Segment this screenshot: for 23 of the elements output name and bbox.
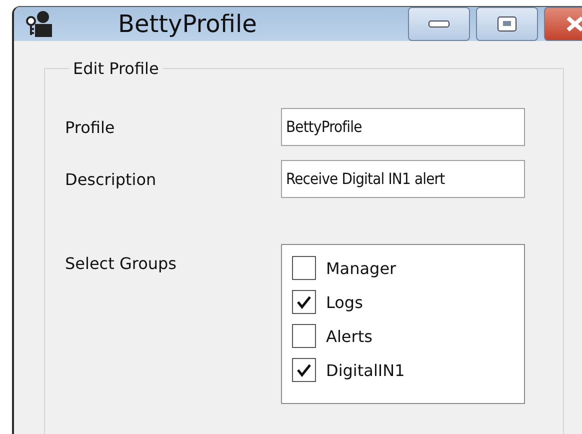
close-icon [565,15,582,33]
minimize-button[interactable] [408,7,470,41]
input-field[interactable]: Receive Digital IN1 alert [281,160,525,198]
field-label: Select Groups [65,254,178,273]
maximize-button[interactable] [476,7,538,41]
checkbox[interactable] [292,290,316,314]
field-label: Profile [65,118,116,136]
window-title: BettyProfile [118,10,258,38]
checkbox[interactable] [292,256,316,280]
checkbox-label: Logs [326,292,363,312]
field-label: Description [65,170,158,188]
minimize-icon [428,20,450,28]
checkbox[interactable] [292,358,316,382]
checkmark-icon [296,295,312,309]
checkbox-label: Alerts [326,326,372,346]
maximize-icon [497,16,517,32]
checkbox-label: Manager [326,258,396,278]
checkbox[interactable] [292,324,316,348]
checkmark-icon [296,363,312,377]
input-field[interactable]: BettyProfile [281,108,525,146]
user-key-icon [24,9,54,39]
checkbox-label: DigitalIN1 [326,360,405,380]
group-title: Edit Profile [72,59,160,78]
